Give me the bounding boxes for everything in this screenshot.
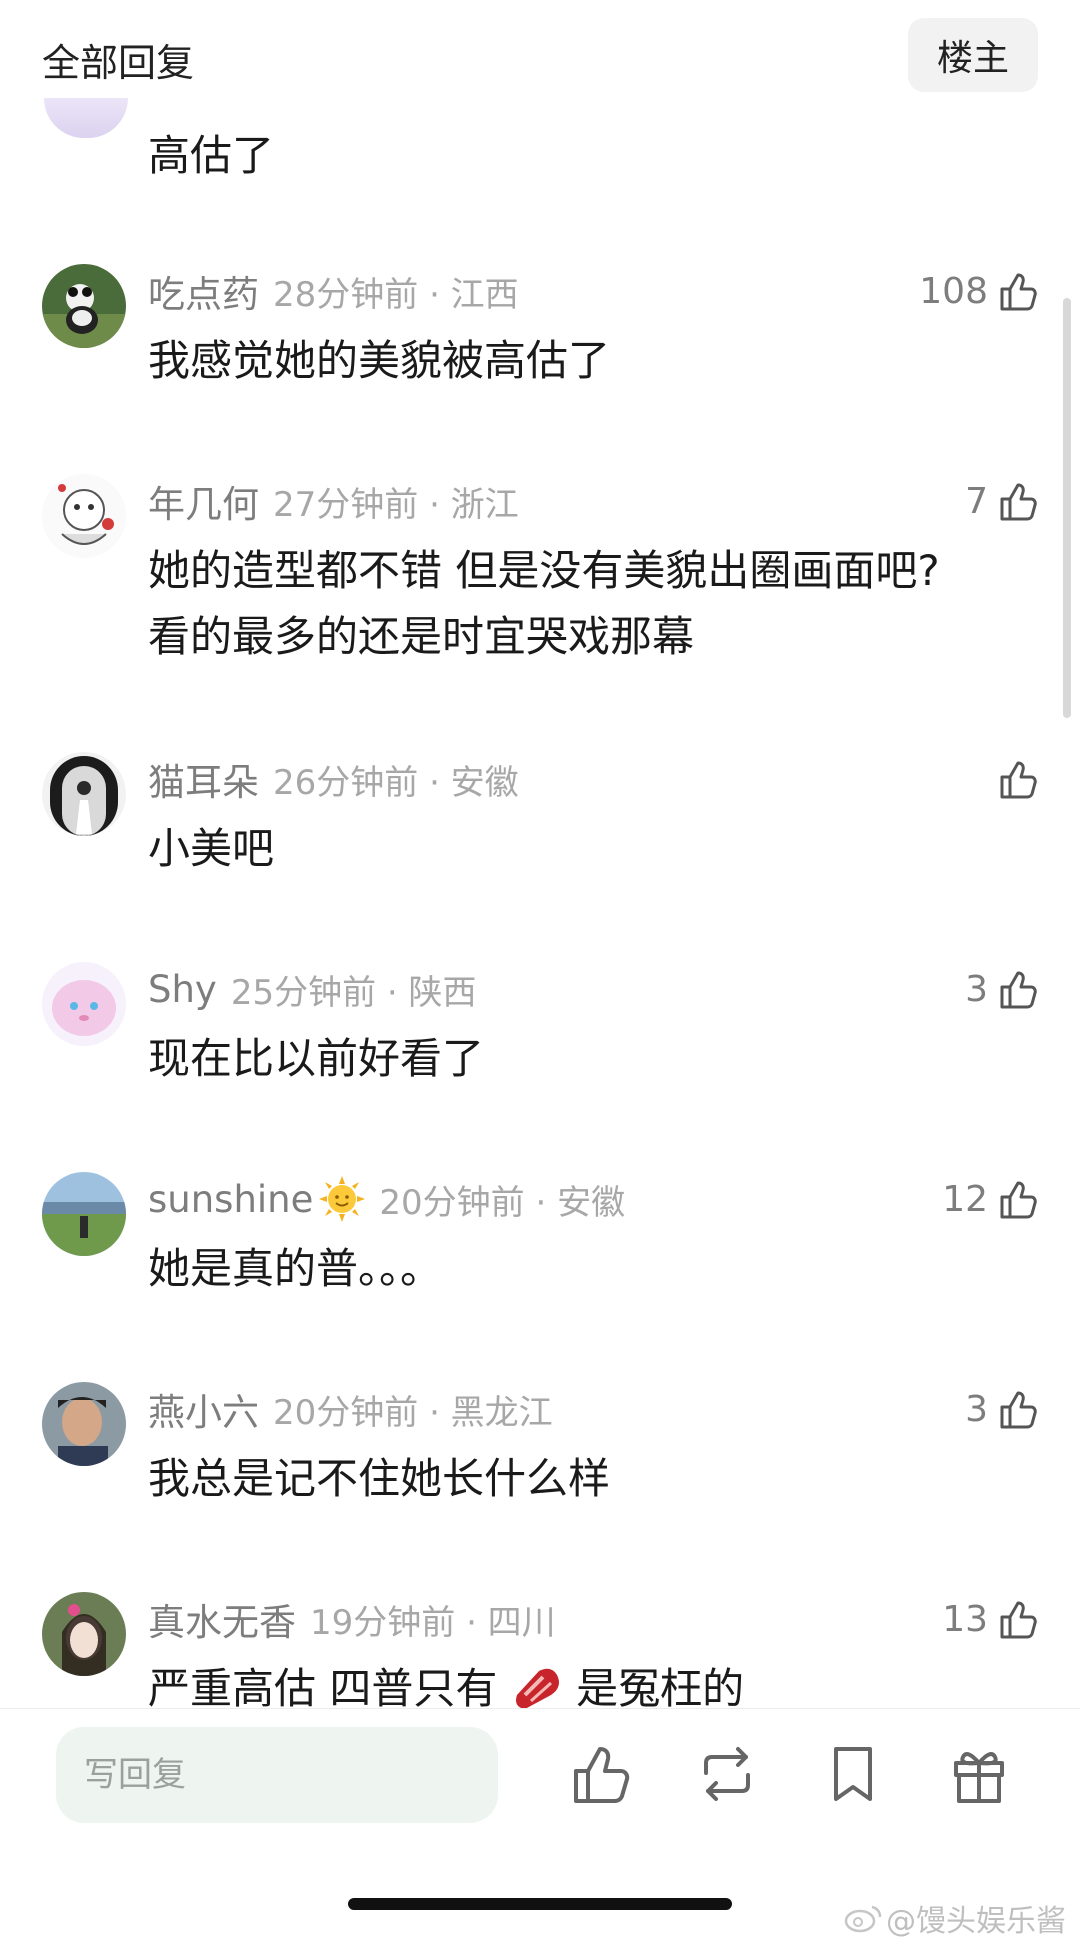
like-button[interactable]: 13 [942, 1592, 1040, 1646]
like-count: 7 [965, 480, 988, 522]
reply-input[interactable] [56, 1727, 498, 1823]
username[interactable]: 年几何 [148, 474, 259, 528]
avatar[interactable] [44, 98, 128, 138]
sun-emoji-icon [319, 1176, 366, 1222]
timestamp-location: 28分钟前 · 江西 [273, 274, 519, 315]
comment-meta: sunshine 20分钟前 · 安徽 [148, 1172, 625, 1226]
like-count: 13 [942, 1598, 988, 1640]
username[interactable]: 真水无香 [148, 1592, 296, 1646]
like-count: 3 [965, 1388, 988, 1430]
username[interactable]: 燕小六 [148, 1382, 259, 1436]
avatar[interactable] [42, 752, 126, 836]
comment-meta: 年几何 27分钟前 · 浙江 [148, 474, 519, 528]
comment-text: 她的造型都不错 但是没有美貌出圈画面吧? 看的最多的还是时宜哭戏那幕 [148, 546, 940, 661]
comment-text: 我总是记不住她长什么样 [148, 1454, 611, 1503]
like-count: 108 [919, 270, 988, 312]
bookmark-icon[interactable] [818, 1739, 888, 1809]
username[interactable]: 吃点药 [148, 264, 259, 318]
comment-meta: 吃点药 28分钟前 · 江西 [148, 264, 519, 318]
timestamp-location: 20分钟前 · 黑龙江 [273, 1392, 553, 1433]
comment-meta: Shy 25分钟前 · 陕西 [148, 962, 477, 1016]
comment-meta: 燕小六 20分钟前 · 黑龙江 [148, 1382, 553, 1436]
avatar[interactable] [42, 474, 126, 558]
like-button[interactable]: 3 [965, 962, 1040, 1016]
timestamp-location: 27分钟前 · 浙江 [273, 484, 519, 525]
thumbs-up-icon [1000, 1181, 1037, 1219]
comment-text: 我感觉她的美貌被高估了 [148, 336, 611, 385]
scrollbar[interactable] [1063, 298, 1071, 718]
like-button[interactable]: 108 [919, 264, 1040, 318]
comment-text: 现在比以前好看了 [148, 1034, 485, 1083]
partial-comment: 高估了 [0, 0, 1080, 180]
gift-icon[interactable] [944, 1739, 1014, 1809]
thumbs-up-icon [1000, 761, 1037, 799]
avatar[interactable] [42, 1382, 126, 1466]
comment-text: 高估了 [148, 131, 275, 180]
weibo-logo-icon [844, 1905, 882, 1933]
comment-text: 她是真的普。。。 [148, 1244, 443, 1293]
timestamp-location: 20分钟前 · 安徽 [379, 1182, 626, 1223]
like-icon[interactable] [566, 1739, 636, 1809]
avatar[interactable] [42, 962, 126, 1046]
like-button[interactable]: 3 [965, 1382, 1040, 1436]
thumbs-up-icon [1000, 483, 1037, 521]
timestamp-location: 19分钟前 · 四川 [310, 1602, 556, 1643]
comment-meta: 真水无香 19分钟前 · 四川 [148, 1592, 556, 1646]
watermark: @馒头娱乐酱 [844, 1896, 1066, 1940]
like-count: 3 [965, 968, 988, 1010]
timestamp-location: 25分钟前 · 陕西 [230, 972, 477, 1013]
thumbs-up-icon [1000, 1391, 1037, 1429]
timestamp-location: 26分钟前 · 安徽 [273, 762, 519, 803]
username[interactable]: sunshine [148, 1178, 313, 1221]
like-count: 12 [942, 1178, 988, 1220]
like-button[interactable]: 12 [942, 1172, 1040, 1226]
steak-emoji-icon [515, 1668, 559, 1709]
comment-meta: 猫耳朵 26分钟前 · 安徽 [148, 752, 519, 806]
avatar[interactable] [42, 1592, 126, 1676]
avatar[interactable] [42, 1172, 126, 1256]
username[interactable]: Shy [148, 968, 217, 1011]
like-button[interactable] [988, 752, 1040, 806]
thumbs-up-icon [1000, 1601, 1037, 1639]
thumbs-up-icon [1000, 273, 1037, 311]
like-button[interactable]: 7 [965, 474, 1040, 528]
repost-icon[interactable] [692, 1739, 762, 1809]
avatar[interactable] [42, 264, 126, 348]
username[interactable]: 猫耳朵 [148, 752, 259, 806]
comment-text: 小美吧 [148, 824, 275, 873]
home-indicator[interactable] [348, 1898, 732, 1910]
thumbs-up-icon [1000, 971, 1037, 1009]
